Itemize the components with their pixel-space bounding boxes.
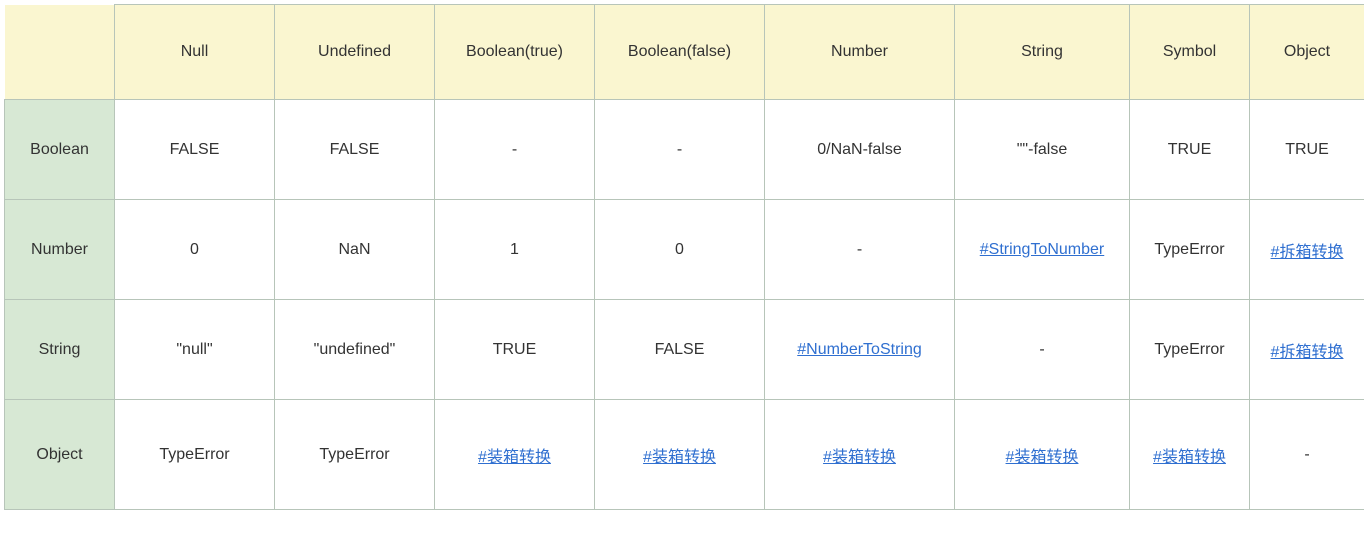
table-row: Boolean FALSE FALSE - - 0/NaN-false ""-f… <box>5 100 1364 200</box>
cell[interactable]: #装箱转换 <box>1130 400 1250 510</box>
cell[interactable]: #NumberToString <box>765 300 955 400</box>
cell[interactable]: #拆箱转换 <box>1250 300 1364 400</box>
col-header: Symbol <box>1130 5 1250 100</box>
cell: 0/NaN-false <box>765 100 955 200</box>
cell: TRUE <box>1130 100 1250 200</box>
row-header: String <box>5 300 115 400</box>
col-header: Boolean(false) <box>595 5 765 100</box>
row-header: Number <box>5 200 115 300</box>
cell[interactable]: #装箱转换 <box>765 400 955 510</box>
link: #NumberToString <box>797 341 922 358</box>
link: #装箱转换 <box>1006 449 1079 466</box>
col-header: String <box>955 5 1130 100</box>
cell: FALSE <box>115 100 275 200</box>
col-header: Boolean(true) <box>435 5 595 100</box>
cell: "undefined" <box>275 300 435 400</box>
cell: TypeError <box>1130 300 1250 400</box>
cell: - <box>955 300 1130 400</box>
cell: TRUE <box>435 300 595 400</box>
cell[interactable]: #装箱转换 <box>595 400 765 510</box>
col-header: Object <box>1250 5 1364 100</box>
table-row: String "null" "undefined" TRUE FALSE #Nu… <box>5 300 1364 400</box>
corner-cell <box>5 5 115 100</box>
col-header: Undefined <box>275 5 435 100</box>
link: #装箱转换 <box>643 449 716 466</box>
cell: FALSE <box>595 300 765 400</box>
link: #拆箱转换 <box>1271 344 1344 361</box>
cell: - <box>435 100 595 200</box>
type-conversion-table: Null Undefined Boolean(true) Boolean(fal… <box>4 4 1364 510</box>
cell: NaN <box>275 200 435 300</box>
link: #装箱转换 <box>823 449 896 466</box>
cell: - <box>1250 400 1364 510</box>
cell: 1 <box>435 200 595 300</box>
cell[interactable]: #拆箱转换 <box>1250 200 1364 300</box>
cell: TRUE <box>1250 100 1364 200</box>
cell: FALSE <box>275 100 435 200</box>
row-header: Object <box>5 400 115 510</box>
cell: TypeError <box>275 400 435 510</box>
cell: 0 <box>595 200 765 300</box>
cell: ""-false <box>955 100 1130 200</box>
link: #装箱转换 <box>1153 449 1226 466</box>
col-header: Number <box>765 5 955 100</box>
table-row: Number 0 NaN 1 0 - #StringToNumber TypeE… <box>5 200 1364 300</box>
link: #拆箱转换 <box>1271 244 1344 261</box>
link: #StringToNumber <box>980 241 1105 258</box>
cell[interactable]: #装箱转换 <box>435 400 595 510</box>
table-header-row: Null Undefined Boolean(true) Boolean(fal… <box>5 5 1364 100</box>
cell: 0 <box>115 200 275 300</box>
link: #装箱转换 <box>478 449 551 466</box>
cell: - <box>595 100 765 200</box>
cell: TypeError <box>1130 200 1250 300</box>
cell[interactable]: #装箱转换 <box>955 400 1130 510</box>
cell: "null" <box>115 300 275 400</box>
cell[interactable]: #StringToNumber <box>955 200 1130 300</box>
cell: TypeError <box>115 400 275 510</box>
row-header: Boolean <box>5 100 115 200</box>
table-row: Object TypeError TypeError #装箱转换 #装箱转换 #… <box>5 400 1364 510</box>
cell: - <box>765 200 955 300</box>
col-header: Null <box>115 5 275 100</box>
